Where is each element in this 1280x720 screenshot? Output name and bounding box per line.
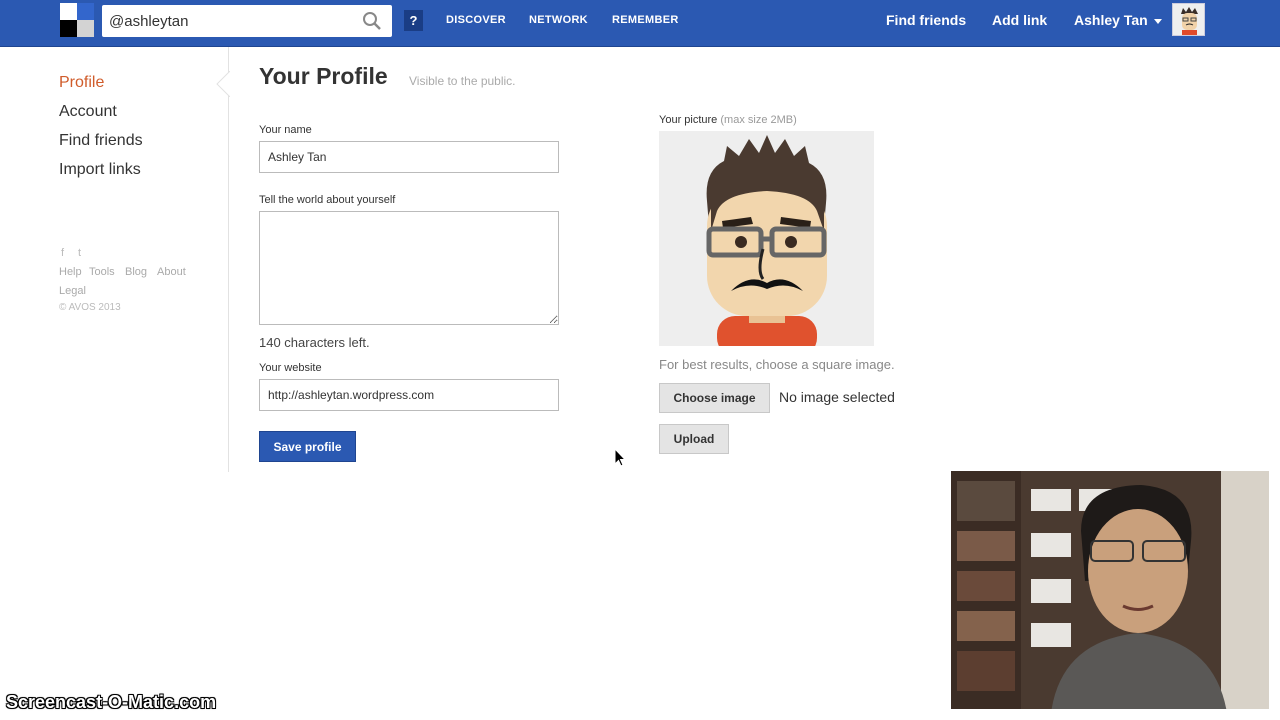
sidebar-item-account[interactable]: Account xyxy=(59,103,117,121)
sidebar-item-find-friends[interactable]: Find friends xyxy=(59,132,143,150)
mouse-cursor-icon xyxy=(614,448,626,467)
nav-discover[interactable]: DISCOVER xyxy=(446,14,506,26)
website-label: Your website xyxy=(259,362,322,374)
picture-hint: For best results, choose a square image. xyxy=(659,357,895,372)
nav-network[interactable]: NETWORK xyxy=(529,14,588,26)
delicious-logo[interactable] xyxy=(60,3,94,37)
picture-size-note: (max size 2MB) xyxy=(720,114,797,126)
name-field[interactable] xyxy=(259,141,559,173)
website-field[interactable] xyxy=(259,379,559,411)
sidebar: Profile Account Find friends Import link… xyxy=(0,47,230,472)
search-input[interactable] xyxy=(102,5,352,37)
facebook-icon[interactable]: f xyxy=(61,247,64,259)
screencast-watermark: Screencast-O-Matic.com xyxy=(6,692,217,712)
footer-link-tools[interactable]: Tools xyxy=(89,266,115,278)
page-subtitle: Visible to the public. xyxy=(409,74,516,88)
find-friends-link[interactable]: Find friends xyxy=(886,12,966,28)
footer-link-help[interactable]: Help xyxy=(59,266,82,278)
bio-label: Tell the world about yourself xyxy=(259,194,396,206)
search-icon[interactable] xyxy=(362,11,382,31)
top-bar: ? DISCOVER NETWORK REMEMBER Find friends… xyxy=(0,0,1280,47)
chevron-down-icon[interactable] xyxy=(1154,19,1162,24)
help-button[interactable]: ? xyxy=(404,10,423,31)
search-box xyxy=(102,5,392,37)
footer-link-blog[interactable]: Blog xyxy=(125,266,147,278)
profile-picture xyxy=(659,131,874,346)
page-title: Your Profile xyxy=(259,63,388,89)
file-status: No image selected xyxy=(779,389,895,405)
name-label: Your name xyxy=(259,124,312,136)
sidebar-item-import-links[interactable]: Import links xyxy=(59,161,141,179)
webcam-overlay xyxy=(949,469,1271,711)
picture-label-text: Your picture xyxy=(659,114,718,126)
nav-remember[interactable]: REMEMBER xyxy=(612,14,679,26)
twitter-icon[interactable]: t xyxy=(78,247,81,259)
sidebar-item-profile[interactable]: Profile xyxy=(59,74,104,92)
active-pointer xyxy=(216,71,230,97)
footer-link-about[interactable]: About xyxy=(157,266,186,278)
save-profile-button[interactable]: Save profile xyxy=(259,431,356,462)
add-link-button[interactable]: Add link xyxy=(992,12,1047,28)
copyright: © AVOS 2013 xyxy=(59,302,121,313)
bio-textarea[interactable] xyxy=(259,211,559,325)
char-counter: 140 characters left. xyxy=(259,335,370,350)
user-menu[interactable]: Ashley Tan xyxy=(1074,12,1148,28)
picture-label: Your picture (max size 2MB) xyxy=(659,114,797,126)
choose-image-button[interactable]: Choose image xyxy=(659,383,770,413)
footer-link-legal[interactable]: Legal xyxy=(59,285,86,297)
avatar[interactable] xyxy=(1172,3,1205,36)
upload-button[interactable]: Upload xyxy=(659,424,729,454)
